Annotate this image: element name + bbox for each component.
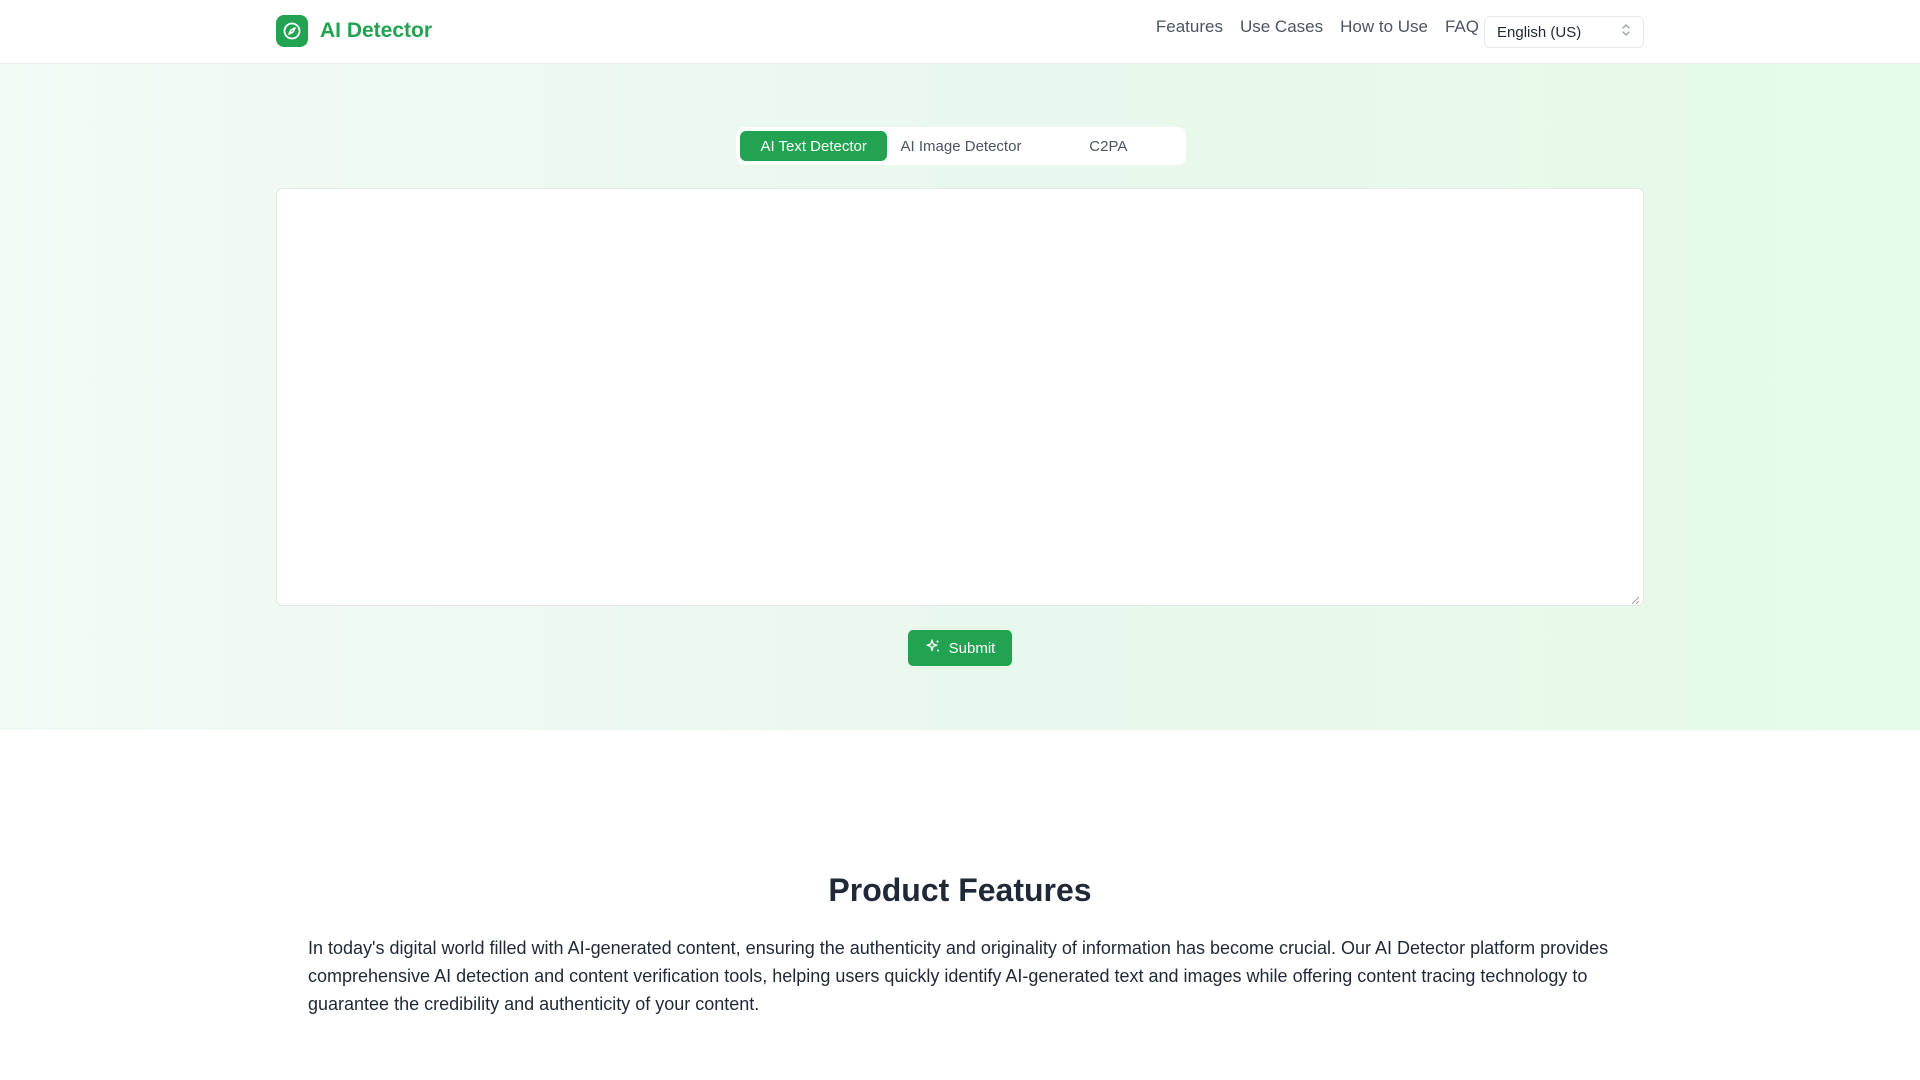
text-input[interactable] — [276, 188, 1644, 606]
text-input-wrapper — [276, 188, 1644, 606]
brand-name: AI Detector — [320, 19, 433, 42]
main-nav: Features Use Cases How to Use FAQ — [1156, 17, 1479, 37]
sparkles-icon — [925, 638, 941, 658]
hero-section: AI Text Detector AI Image Detector C2PA … — [0, 64, 1920, 730]
tab-c2pa[interactable]: C2PA — [1035, 131, 1182, 161]
nav-use-cases[interactable]: Use Cases — [1240, 17, 1323, 37]
submit-label: Submit — [948, 639, 996, 657]
nav-features[interactable]: Features — [1156, 17, 1223, 37]
resize-handle-icon[interactable] — [1630, 592, 1640, 605]
nav-faq[interactable]: FAQ — [1445, 17, 1479, 37]
nav-how-to-use[interactable]: How to Use — [1340, 17, 1428, 37]
detector-tabs: AI Text Detector AI Image Detector C2PA — [736, 127, 1186, 165]
language-select-value: English (US) — [1497, 23, 1582, 41]
tab-ai-text-detector[interactable]: AI Text Detector — [740, 131, 888, 161]
brand[interactable]: AI Detector — [276, 15, 432, 47]
compass-icon — [276, 15, 308, 47]
chevron-up-down-icon — [1621, 23, 1631, 41]
features-section: Product Features In today's digital worl… — [0, 730, 1920, 1080]
submit-button[interactable]: Submit — [908, 630, 1012, 666]
tab-ai-image-detector[interactable]: AI Image Detector — [887, 131, 1034, 161]
top-header: AI Detector Features Use Cases How to Us… — [0, 0, 1920, 64]
language-select[interactable]: English (US) — [1484, 16, 1644, 48]
features-description: In today's digital world filled with AI-… — [308, 938, 1609, 1014]
features-title: Product Features — [828, 872, 1092, 908]
